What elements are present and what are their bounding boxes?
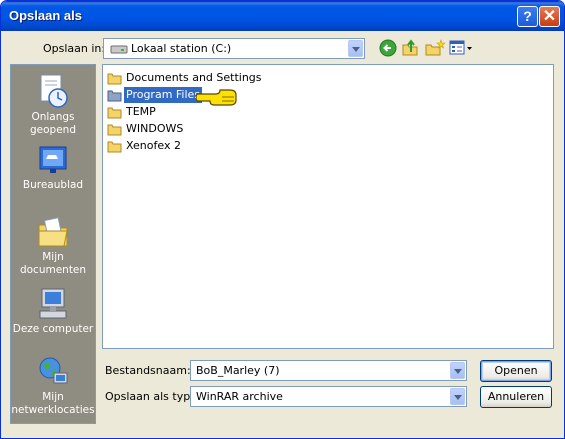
- file-name: TEMP: [126, 105, 156, 118]
- filetype-label: Opslaan als type:: [105, 390, 201, 403]
- file-list[interactable]: Documents and Settings Program Files TEM…: [102, 64, 554, 349]
- title-bar[interactable]: Opslaan als ? ✕: [1, 1, 564, 31]
- chevron-down-icon[interactable]: [348, 40, 363, 57]
- filename-value: BoB_Marley (7): [196, 364, 280, 377]
- help-icon: ?: [523, 8, 532, 24]
- help-button[interactable]: ?: [517, 6, 538, 27]
- recent-documents-icon: [40, 74, 68, 108]
- place-label: Onlangs geopend: [30, 111, 76, 136]
- place-desktop[interactable]: Bureaublad: [11, 145, 95, 192]
- place-my-computer[interactable]: Deze computer: [11, 287, 95, 336]
- places-bar: Onlangs geopend Bureaublad Mijn document…: [10, 64, 96, 424]
- place-recent[interactable]: Onlangs geopend: [11, 73, 95, 137]
- folder-icon: [107, 73, 122, 85]
- close-button[interactable]: ✕: [539, 6, 560, 27]
- file-name: Documents and Settings: [126, 71, 262, 84]
- file-name: Xenofex 2: [126, 139, 181, 152]
- save-in-dropdown[interactable]: Lokaal station (C:): [103, 38, 365, 59]
- filename-label: Bestandsnaam:: [105, 364, 191, 377]
- new-folder-icon[interactable]: [425, 39, 445, 57]
- desktop-icon: [39, 146, 67, 173]
- network-places-icon: [39, 357, 68, 384]
- save-as-dialog: Opslaan als ? ✕ Opslaan in: Lokaal stati…: [0, 0, 565, 439]
- place-my-documents[interactable]: Mijn documenten: [11, 215, 95, 277]
- hand-pointer-icon: [196, 89, 237, 106]
- save-in-value: Lokaal station (C:): [131, 42, 232, 55]
- open-button[interactable]: Openen: [480, 360, 552, 382]
- place-label: Deze computer: [12, 323, 94, 335]
- folder-icon: [107, 141, 122, 153]
- up-folder-icon[interactable]: [401, 39, 419, 57]
- place-label: Mijn netwerklocaties: [11, 391, 95, 416]
- window-title: Opslaan als: [9, 8, 82, 23]
- filename-input[interactable]: BoB_Marley (7): [190, 360, 467, 381]
- folder-icon: [107, 107, 122, 119]
- save-in-label: Opslaan in:: [43, 42, 106, 55]
- folder-icon: [107, 90, 122, 102]
- folder-icon: [107, 124, 122, 136]
- chevron-down-icon[interactable]: [450, 388, 465, 405]
- close-icon: ✕: [542, 8, 557, 25]
- chevron-down-icon[interactable]: [450, 362, 465, 379]
- file-name: Program Files: [124, 87, 203, 103]
- file-name: WINDOWS: [126, 122, 184, 135]
- filetype-dropdown[interactable]: WinRAR archive: [190, 386, 467, 407]
- cancel-button[interactable]: Annuleren: [480, 386, 552, 408]
- drive-icon: [110, 45, 128, 54]
- place-label: Bureaublad: [22, 179, 84, 191]
- my-computer-icon: [39, 288, 67, 319]
- place-label: Mijn documenten: [19, 251, 87, 276]
- place-network[interactable]: Mijn netwerklocaties: [11, 355, 95, 417]
- view-menu-icon[interactable]: [449, 39, 473, 57]
- my-documents-icon: [38, 217, 68, 247]
- back-icon[interactable]: [379, 39, 397, 57]
- filetype-value: WinRAR archive: [196, 390, 283, 403]
